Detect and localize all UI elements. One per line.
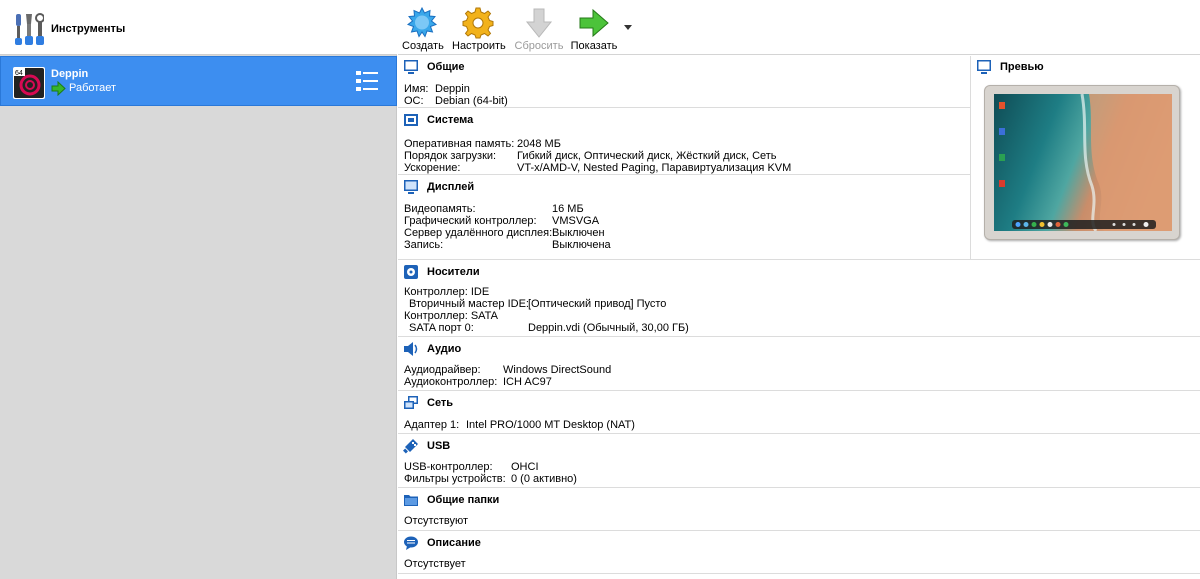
tools-label: Инструменты bbox=[51, 23, 126, 35]
network-icon bbox=[404, 396, 418, 409]
os-badge: 64 bbox=[15, 70, 23, 77]
tools-item[interactable]: Инструменты bbox=[0, 0, 397, 55]
detail-value: Гибкий диск, Оптический диск, Жёсткий ди… bbox=[517, 150, 777, 162]
section-system: Система Оперативная память: 2048 МБ Поряд… bbox=[398, 109, 970, 175]
detail-value: Windows DirectSound bbox=[503, 364, 612, 376]
show-label: Показать bbox=[570, 40, 618, 52]
speech-bubble-icon bbox=[404, 536, 418, 550]
detail-key: Сервер удалённого дисплея: bbox=[404, 227, 553, 239]
detail-value: Выключена bbox=[552, 239, 611, 251]
machine-list-pane: Инструменты 64 Deppin Работает bbox=[0, 0, 397, 579]
show-button[interactable]: Показать bbox=[570, 0, 618, 54]
detail-key: Имя: bbox=[404, 83, 429, 95]
detail-value: VT-x/AMD-V, Nested Paging, Паравиртуализ… bbox=[517, 162, 792, 174]
vm-screen-thumbnail bbox=[994, 94, 1172, 231]
create-button[interactable]: Создать bbox=[402, 0, 444, 54]
detail-key: Запись: bbox=[404, 239, 444, 251]
section-usb-title: USB bbox=[427, 440, 451, 452]
section-audio: Аудио Аудиодрайвер: Windows DirectSound А… bbox=[398, 338, 1200, 391]
new-vm-icon bbox=[406, 7, 438, 38]
running-arrow-icon bbox=[51, 81, 66, 96]
section-description-title: Описание bbox=[427, 537, 481, 549]
detail-key: SATA порт 0: bbox=[409, 322, 474, 334]
settings-button[interactable]: Настроить bbox=[452, 0, 506, 54]
detail-key: Аудиодрайвер: bbox=[404, 364, 481, 376]
monitor-icon bbox=[404, 60, 418, 74]
detail-value: Deppin.vdi (Обычный, 30,00 ГБ) bbox=[528, 322, 689, 334]
detail-key: Отсутствует bbox=[404, 558, 466, 570]
section-system-title: Система bbox=[427, 114, 474, 126]
preview-monitor-icon bbox=[977, 60, 991, 74]
usb-icon bbox=[403, 439, 418, 454]
section-shared-folders-title: Общие папки bbox=[427, 494, 500, 506]
detail-key: Отсутствуют bbox=[404, 515, 469, 527]
detail-key: Порядок загрузки: bbox=[404, 150, 497, 162]
section-shared-folders: Общие папки Отсутствуют bbox=[398, 489, 1200, 531]
detail-key: USB-контроллер: bbox=[404, 461, 493, 473]
show-arrow-icon bbox=[579, 8, 609, 38]
section-display: Дисплей Видеопамять: 16 МБ Графический ко… bbox=[398, 176, 970, 260]
detail-value: VMSVGA bbox=[552, 215, 600, 227]
section-display-title: Дисплей bbox=[427, 181, 475, 193]
detail-value: Debian (64-bit) bbox=[435, 95, 508, 107]
speaker-icon bbox=[404, 342, 418, 356]
vm-menu-icon[interactable] bbox=[355, 69, 379, 93]
detail-key: Графический контроллер: bbox=[404, 215, 537, 227]
detail-value: ICH AC97 bbox=[503, 376, 552, 388]
detail-value: [Оптический привод] Пусто bbox=[528, 298, 667, 310]
section-storage-title: Носители bbox=[427, 266, 480, 278]
create-label: Создать bbox=[402, 40, 444, 52]
detail-value: 16 МБ bbox=[552, 203, 584, 215]
detail-key: Ускорение: bbox=[404, 162, 461, 174]
detail-value: 0 (0 активно) bbox=[511, 473, 577, 485]
detail-key: Фильтры устройств: bbox=[404, 473, 506, 485]
toolbar: Создать Настроить Сбросить Показать bbox=[398, 0, 1200, 55]
detail-key: Видеопамять: bbox=[404, 203, 476, 215]
vm-name: Deppin bbox=[51, 68, 89, 80]
chevron-down-icon[interactable] bbox=[624, 25, 632, 31]
debian-os-icon: 64 bbox=[13, 67, 45, 99]
preview-thumbnail bbox=[984, 85, 1180, 240]
vm-list-item[interactable]: 64 Deppin Работает bbox=[0, 56, 397, 106]
chip-icon bbox=[404, 114, 418, 126]
tools-icon bbox=[15, 13, 44, 45]
details-pane: Общие Имя: Deppin ОС: Debian (64-bit) Сист… bbox=[398, 56, 1200, 579]
detail-key: Контроллер: SATA bbox=[404, 310, 498, 322]
detail-value: Выключен bbox=[552, 227, 605, 239]
reset-button[interactable]: Сбросить bbox=[514, 0, 564, 54]
section-general: Общие Имя: Deppin ОС: Debian (64-bit) bbox=[398, 56, 970, 108]
section-preview-title: Превью bbox=[1000, 61, 1044, 73]
detail-value: Deppin bbox=[435, 83, 470, 95]
section-audio-title: Аудио bbox=[427, 343, 462, 355]
reset-label: Сбросить bbox=[514, 40, 564, 52]
folder-icon bbox=[404, 495, 418, 506]
section-storage: Носители Контроллер: IDE Вторичный масте… bbox=[398, 261, 1200, 337]
section-network-title: Сеть bbox=[427, 397, 454, 409]
vm-state: Работает bbox=[69, 82, 117, 94]
detail-key: Адаптер 1: bbox=[404, 419, 460, 431]
detail-value: Intel PRO/1000 MT Desktop (NAT) bbox=[466, 419, 635, 431]
storage-disk-icon bbox=[404, 265, 418, 279]
detail-value: 2048 МБ bbox=[517, 138, 561, 150]
detail-key: Оперативная память: bbox=[404, 138, 515, 150]
section-description: Описание Отсутствует bbox=[398, 532, 1200, 574]
display-icon bbox=[404, 180, 418, 194]
detail-value: OHCI bbox=[511, 461, 539, 473]
section-general-title: Общие bbox=[427, 61, 465, 73]
detail-key: ОС: bbox=[404, 95, 424, 107]
reset-arrow-icon bbox=[525, 8, 553, 38]
settings-gear-icon bbox=[462, 7, 494, 39]
detail-key: Вторичный мастер IDE: bbox=[409, 298, 529, 310]
section-usb: USB USB-контроллер: OHCI Фильтры устройст… bbox=[398, 435, 1200, 488]
section-network: Сеть Адаптер 1: Intel PRO/1000 MT Desktop… bbox=[398, 392, 1200, 434]
detail-key: Контроллер: IDE bbox=[404, 286, 490, 298]
detail-key: Аудиоконтроллер: bbox=[404, 376, 498, 388]
section-preview: Превью bbox=[970, 56, 1200, 260]
settings-label: Настроить bbox=[452, 40, 506, 52]
